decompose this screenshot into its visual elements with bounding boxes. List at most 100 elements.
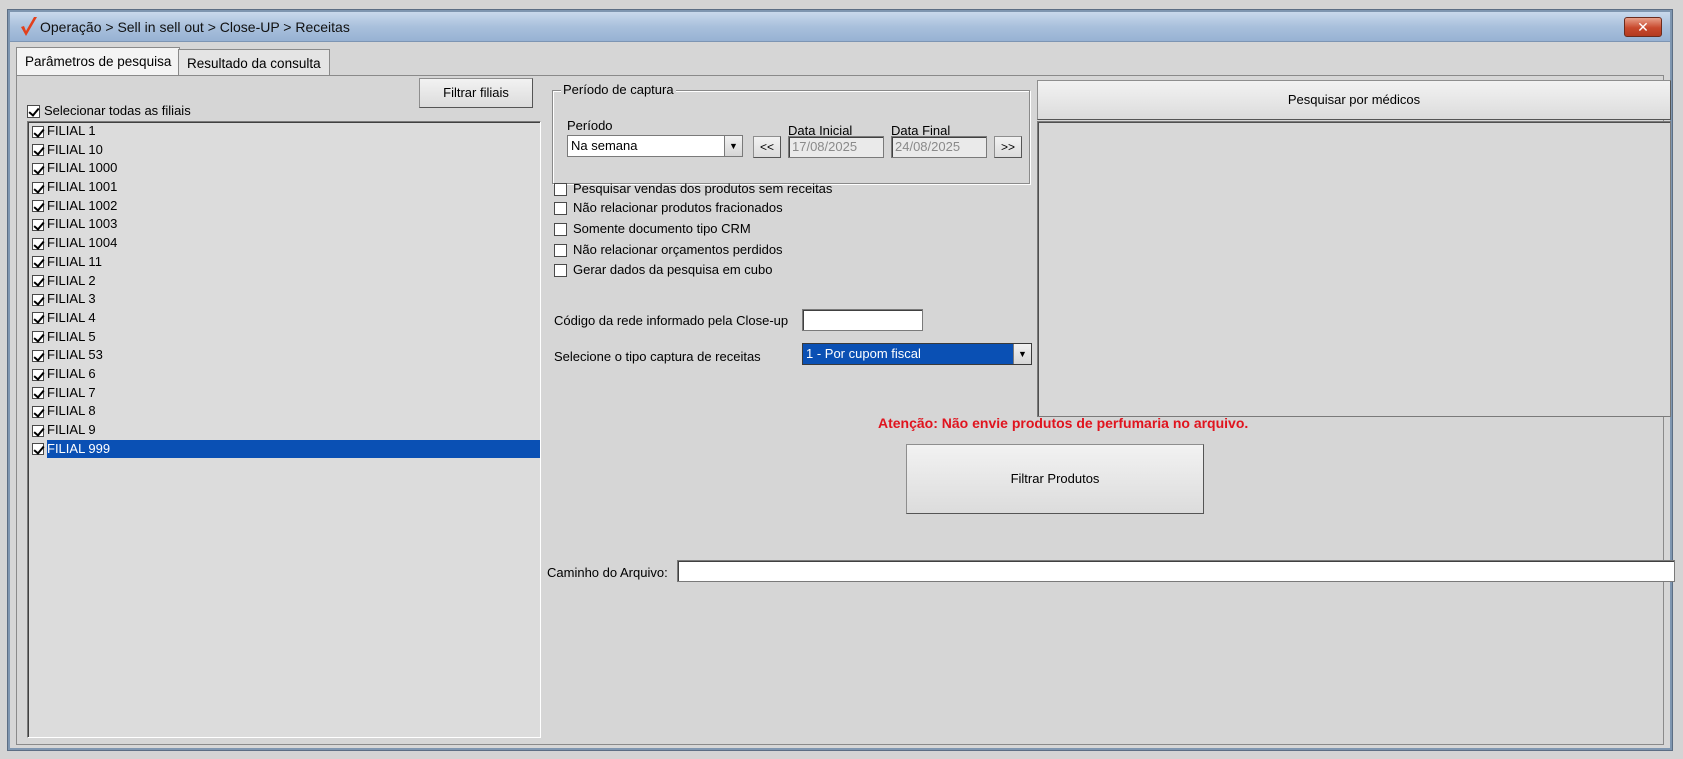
- filial-item[interactable]: FILIAL 6: [28, 365, 540, 384]
- selection-highlight: [48, 439, 540, 459]
- filial-item[interactable]: FILIAL 1003: [28, 215, 540, 234]
- filial-item[interactable]: FILIAL 999: [28, 439, 540, 459]
- option-item[interactable]: Pesquisar vendas dos produtos sem receit…: [554, 181, 833, 197]
- filial-label: FILIAL 10: [47, 141, 103, 157]
- filial-checkbox[interactable]: [32, 237, 44, 250]
- periodo-captura-legend: Período de captura: [561, 82, 676, 97]
- app-window: Operação > Sell in sell out > Close-UP >…: [8, 10, 1675, 750]
- filial-checkbox[interactable]: [32, 144, 44, 157]
- option-label: Pesquisar vendas dos produtos sem receit…: [573, 181, 833, 196]
- pesquisar-medicos-button[interactable]: Pesquisar por médicos: [1037, 80, 1671, 120]
- filial-item[interactable]: FILIAL 1002: [28, 197, 540, 216]
- filial-checkbox[interactable]: [32, 219, 44, 231]
- option-item[interactable]: Não relacionar orçamentos perdidos: [554, 242, 783, 258]
- app-logo-icon: [21, 17, 37, 36]
- filial-label: FILIAL 1003: [47, 216, 118, 232]
- filial-label: FILIAL 1004: [47, 235, 118, 251]
- option-item[interactable]: Somente documento tipo CRM: [554, 221, 751, 237]
- filial-label: FILIAL 2: [47, 272, 96, 288]
- filial-item[interactable]: FILIAL 5: [28, 328, 540, 347]
- codigo-rede-label: Código da rede informado pela Close-up: [554, 313, 789, 328]
- filial-item[interactable]: FILIAL 1: [28, 122, 540, 141]
- filial-item[interactable]: FILIAL 11: [28, 253, 540, 272]
- filial-checkbox[interactable]: [32, 293, 44, 306]
- next-period-button[interactable]: >>: [994, 136, 1022, 158]
- filial-item[interactable]: FILIAL 1001: [28, 178, 540, 197]
- option-label: Não relacionar produtos fracionados: [573, 200, 783, 215]
- filial-checkbox[interactable]: [32, 331, 44, 344]
- codigo-rede-input[interactable]: [802, 309, 923, 331]
- option-checkbox[interactable]: [554, 223, 567, 237]
- option-label: Gerar dados da pesquisa em cubo: [573, 262, 773, 277]
- filial-label: FILIAL 1: [47, 123, 96, 138]
- triangle-down-icon[interactable]: ▼: [724, 136, 742, 156]
- filial-checkbox[interactable]: [32, 312, 44, 325]
- filial-checkbox[interactable]: [32, 405, 44, 418]
- filial-checkbox[interactable]: [32, 368, 44, 381]
- tipo-captura-select[interactable]: 1 - Por cupom fiscal ▼: [802, 343, 1032, 365]
- periodo-select[interactable]: Na semana ▼: [567, 135, 743, 157]
- window-title: Operação > Sell in sell out > Close-UP >…: [40, 19, 350, 35]
- option-checkbox[interactable]: [554, 264, 567, 278]
- close-button[interactable]: ✕: [1624, 17, 1662, 37]
- filial-item[interactable]: FILIAL 2: [28, 272, 540, 291]
- option-checkbox[interactable]: [554, 202, 567, 216]
- data-inicial-field[interactable]: 17/08/2025: [788, 136, 884, 158]
- filial-label: FILIAL 5: [47, 328, 96, 344]
- filial-item[interactable]: FILIAL 1000: [28, 159, 540, 178]
- option-item[interactable]: Não relacionar produtos fracionados: [554, 200, 783, 216]
- filial-label: FILIAL 6: [47, 365, 96, 381]
- filial-item[interactable]: FILIAL 3: [28, 290, 540, 309]
- filial-checkbox[interactable]: [32, 275, 44, 288]
- filial-label: FILIAL 4: [47, 309, 96, 325]
- filtrar-produtos-button[interactable]: Filtrar Produtos: [906, 444, 1204, 514]
- select-all-checkbox[interactable]: [27, 105, 40, 119]
- filial-checkbox[interactable]: [32, 349, 44, 362]
- filial-list[interactable]: FILIAL 1 FILIAL 10 FILIAL 1000 FILIAL 1001 F…: [27, 121, 541, 738]
- filial-item[interactable]: FILIAL 9: [28, 421, 540, 440]
- filial-label: FILIAL 1002: [47, 197, 118, 213]
- filial-label: FILIAL 8: [47, 403, 96, 419]
- filial-checkbox[interactable]: [32, 200, 44, 213]
- warning-message: Atenção: Não envie produtos de perfumari…: [878, 415, 1249, 431]
- filial-item[interactable]: FILIAL 1004: [28, 234, 540, 253]
- filial-label: FILIAL 9: [47, 422, 96, 437]
- option-label: Somente documento tipo CRM: [573, 221, 751, 236]
- option-checkbox[interactable]: [554, 183, 567, 197]
- medicos-list[interactable]: [1037, 121, 1671, 417]
- filial-item[interactable]: FILIAL 10: [28, 141, 540, 160]
- caminho-arquivo-field[interactable]: [677, 560, 1675, 582]
- filial-checkbox[interactable]: [32, 125, 44, 138]
- select-all-filiais[interactable]: Selecionar todas as filiais: [27, 103, 191, 119]
- filial-item[interactable]: FILIAL 53: [28, 346, 540, 365]
- filial-checkbox[interactable]: [32, 443, 44, 456]
- data-final-field[interactable]: 24/08/2025: [891, 136, 987, 158]
- filial-label: FILIAL 53: [47, 347, 103, 363]
- filial-item[interactable]: FILIAL 8: [28, 402, 540, 421]
- filial-label: FILIAL 3: [47, 291, 96, 307]
- previous-period-button[interactable]: <<: [753, 136, 781, 158]
- filial-checkbox[interactable]: [32, 256, 44, 269]
- option-checkbox[interactable]: [554, 244, 567, 258]
- select-all-label: Selecionar todas as filiais: [44, 103, 191, 118]
- filial-checkbox[interactable]: [32, 162, 44, 175]
- filtrar-filiais-button[interactable]: Filtrar filiais: [419, 78, 533, 108]
- filial-checkbox[interactable]: [32, 387, 44, 400]
- tab-resultado-consulta[interactable]: Resultado da consulta: [178, 49, 330, 75]
- option-item[interactable]: Gerar dados da pesquisa em cubo: [554, 262, 773, 278]
- filial-item[interactable]: FILIAL 4: [28, 309, 540, 328]
- caminho-arquivo-label: Caminho do Arquivo:: [547, 565, 668, 580]
- filial-checkbox[interactable]: [32, 181, 44, 194]
- filial-checkbox[interactable]: [32, 424, 44, 437]
- filial-item[interactable]: FILIAL 7: [28, 384, 540, 403]
- triangle-down-icon[interactable]: ▼: [1013, 344, 1031, 364]
- filial-label: FILIAL 11: [47, 253, 102, 269]
- filial-label: FILIAL 7: [47, 384, 96, 400]
- title-bar: Operação > Sell in sell out > Close-UP >…: [10, 12, 1670, 42]
- periodo-value: Na semana: [571, 138, 638, 153]
- filial-label: FILIAL 999: [47, 439, 113, 458]
- option-label: Não relacionar orçamentos perdidos: [573, 242, 783, 257]
- filial-label: FILIAL 1001: [47, 179, 118, 195]
- periodo-captura-group: Período de captura Período Na semana ▼ <…: [552, 82, 1030, 184]
- tab-parametros-pesquisa[interactable]: Parâmetros de pesquisa: [16, 47, 181, 75]
